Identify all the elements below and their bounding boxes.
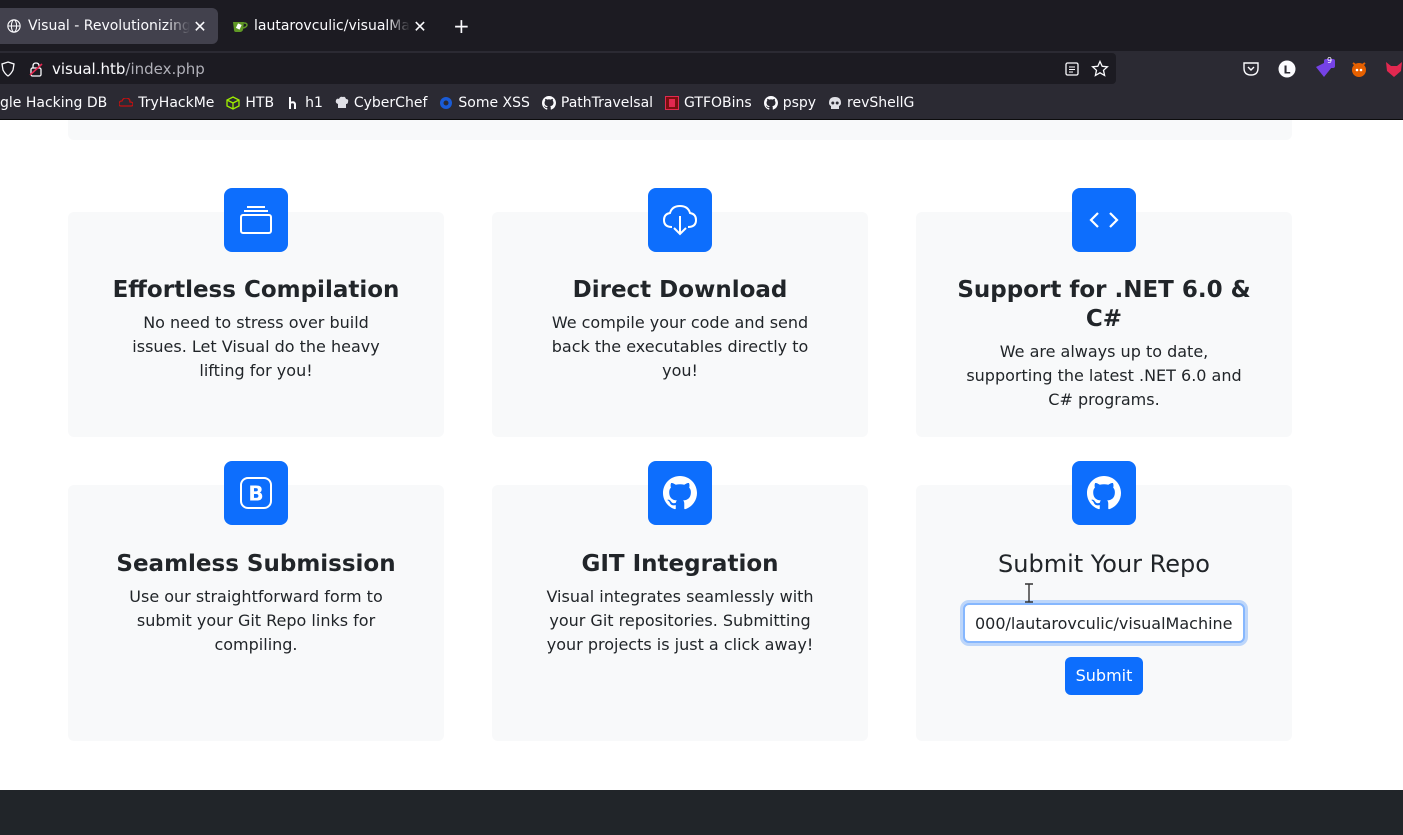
url-text[interactable]: visual.htb/index.php [52,60,205,78]
feature-title: Seamless Submission [116,551,396,577]
feature-card-git-body: GIT Integration Visual integrates seamle… [492,550,868,657]
stack-icon [224,188,288,252]
account-avatar-icon[interactable]: L [1277,59,1297,79]
github-icon [763,95,778,110]
tryhackme-icon [119,96,134,110]
bookmarks-toolbar: gle Hacking DB TryHackMe HTB h1 CyberChe… [0,86,1403,120]
feature-text: We are always up to date, supporting the… [966,342,1242,409]
text-cursor-icon [1025,583,1033,603]
skull-icon [828,96,842,110]
bookmark-some-xss[interactable]: Some XSS [439,95,530,111]
bookmark-gtfobins[interactable]: GTFOBins [665,95,752,111]
previous-section-card [68,120,1292,140]
feature-title: Effortless Compilation [112,277,400,303]
feature-card-dotnet-body: Support for .NET 6.0 & C# We are always … [916,276,1292,412]
tab-repo[interactable]: lautarovculic/visualMachine ✕ [226,8,438,44]
submit-repo-form: Submit Your Repo Submit [916,550,1292,695]
repo-url-input[interactable] [963,603,1245,643]
bookmark-label: HTB [245,94,275,111]
close-tab-icon[interactable]: ✕ [410,17,430,36]
url-path: /index.php [125,59,205,78]
hackerone-icon [286,96,300,110]
code-icon [1072,188,1136,252]
fox-extension-icon[interactable] [1384,59,1403,79]
bookmark-label: gle Hacking DB [0,94,108,111]
github-icon [541,95,556,110]
feature-text: Visual integrates seamlessly with your G… [546,587,814,654]
cloud-download-icon [648,188,712,252]
close-tab-icon[interactable]: ✕ [190,17,210,36]
feature-card-submission-body: Seamless Submission Use our straightforw… [68,550,444,657]
tab-title: Visual - Revolutionizing Visual Studio B… [28,18,190,34]
tab-visual[interactable]: Visual - Revolutionizing Visual Studio B… [0,8,218,44]
bookmark-cyberchef[interactable]: CyberChef [335,94,428,111]
extension-badge-icon[interactable]: 9 [1313,56,1335,79]
feature-title: Support for .NET 6.0 & C# [957,277,1251,332]
feature-text: Use our straightforward form to submit y… [129,587,383,654]
bookmark-label: PathTravelsal [560,94,654,111]
feature-text: We compile your code and send back the e… [551,313,809,380]
bookmark-label: GTFOBins [684,94,752,111]
bookmark-star-icon[interactable] [1091,59,1109,78]
bookmark-label: CyberChef [353,94,428,111]
feature-card-compilation-body: Effortless Compilation No need to stress… [68,276,444,383]
github-icon [1072,461,1136,525]
shield-icon[interactable] [0,60,16,77]
bootstrap-icon: B [224,461,288,525]
svg-text:B: B [248,482,263,506]
reader-view-icon[interactable] [1063,60,1081,78]
bookmark-label: revShellG [847,94,915,111]
foxy-extension-icon[interactable] [1349,59,1369,79]
pocket-icon[interactable] [1241,59,1261,79]
feature-title: GIT Integration [581,551,779,577]
tab-title: lautarovculic/visualMachine [254,18,410,34]
lock-warning-icon[interactable] [28,61,44,77]
bookmark-label: Some XSS [458,94,530,111]
chef-icon [335,96,349,110]
extension-badge-count: 9 [1327,56,1333,65]
page-footer [0,790,1403,835]
url-host: visual.htb [52,59,126,78]
gtfobins-icon [665,95,680,110]
bookmark-label: TryHackMe [138,94,215,111]
htb-cube-icon [226,95,241,110]
bookmark-h1[interactable]: h1 [286,95,323,111]
bookmark-pathtravelsal[interactable]: PathTravelsal [541,94,654,111]
nav-bar: visual.htb/index.php L 9 [0,51,1403,86]
bookmark-htb[interactable]: HTB [226,95,274,111]
new-tab-button[interactable]: + [453,14,470,38]
feature-card-download-body: Direct Download We compile your code and… [492,276,868,383]
submit-button[interactable]: Submit [1064,657,1144,695]
gitea-icon [232,18,248,34]
github-icon [648,461,712,525]
xss-icon [439,96,453,110]
bookmark-pspy[interactable]: pspy [763,94,817,111]
feature-text: No need to stress over build issues. Let… [132,313,380,380]
address-bar[interactable]: visual.htb/index.php [0,53,1116,84]
bookmark-tryhackme[interactable]: TryHackMe [119,95,214,111]
bookmark-label: h1 [305,94,323,111]
svg-text:L: L [1283,64,1290,77]
globe-icon [6,18,22,34]
bookmark-label: pspy [782,94,817,111]
tab-strip: Visual - Revolutionizing Visual Studio B… [0,0,1403,51]
bookmark-revshellg[interactable]: revShellG [828,95,914,111]
feature-title: Direct Download [572,277,788,303]
bookmark-google-hacking-db[interactable]: gle Hacking DB [0,95,107,111]
submit-title: Submit Your Repo [998,550,1210,578]
page-viewport: Effortless Compilation No need to stress… [0,120,1403,835]
